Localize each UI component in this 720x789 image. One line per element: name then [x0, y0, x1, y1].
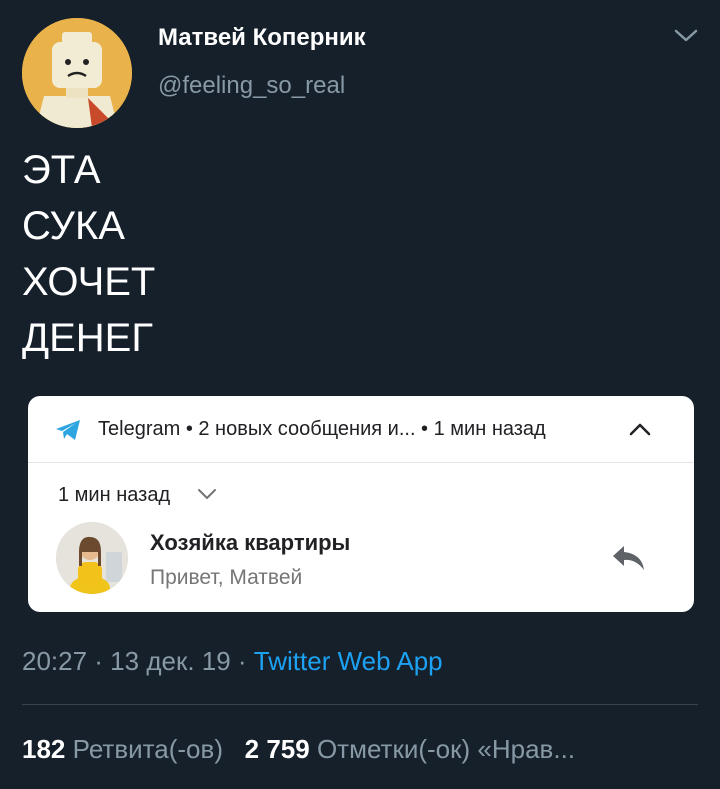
tweet-line: ХОЧЕТ: [22, 260, 156, 304]
tweet-stats: 182 Ретвита(-ов) 2 759 Отметки(-ок) «Нра…: [22, 734, 575, 765]
tweet-timestamp: 20:27 · 13 дек. 19 ·: [22, 646, 254, 676]
chevron-up-icon[interactable]: [628, 420, 652, 438]
tweet-line: СУКА: [22, 204, 125, 248]
message-preview: Привет, Матвей: [150, 566, 303, 589]
tweet-line: ДЕНЕГ: [22, 316, 153, 360]
tweet-text: ЭТА СУКА ХОЧЕТ ДЕНЕГ: [22, 142, 155, 366]
chevron-down-icon[interactable]: [672, 26, 700, 46]
notification-header-text: Telegram • 2 новых сообщения и... • 1 ми…: [98, 418, 546, 440]
chevron-down-icon[interactable]: [196, 486, 218, 502]
author-handle[interactable]: @feeling_so_real: [158, 72, 345, 100]
likes-label: Отметки(-ок) «Нрав...: [309, 734, 576, 764]
retweets-label: Ретвита(-ов): [65, 734, 245, 764]
retweets-count: 182: [22, 734, 66, 764]
reply-icon[interactable]: [610, 542, 648, 574]
author-avatar[interactable]: [22, 18, 132, 128]
notification-header: Telegram • 2 новых сообщения и... • 1 ми…: [28, 396, 694, 463]
lego-figure-icon: [22, 18, 132, 128]
likes-count: 2 759: [244, 734, 310, 764]
contact-name: Хозяйка квартиры: [150, 530, 351, 555]
telegram-icon: [54, 418, 82, 442]
tweet-line: ЭТА: [22, 148, 101, 192]
tweet-meta: 20:27 · 13 дек. 19 · Twitter Web App: [22, 646, 443, 677]
notification-time: 1 мин назад: [58, 484, 171, 506]
author-name[interactable]: Матвей Коперник: [158, 24, 366, 52]
contact-avatar: [56, 522, 128, 594]
tweet-source-link[interactable]: Twitter Web App: [254, 646, 443, 676]
divider: [22, 704, 698, 705]
retweets-stat[interactable]: 182 Ретвита(-ов): [22, 734, 245, 764]
tweet-image-notification[interactable]: Telegram • 2 новых сообщения и... • 1 ми…: [28, 396, 694, 612]
likes-stat[interactable]: 2 759 Отметки(-ок) «Нрав...: [245, 734, 575, 764]
